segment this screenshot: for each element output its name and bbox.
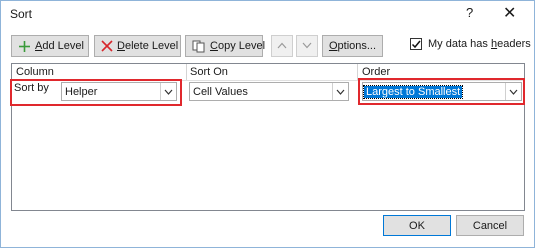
headers-checkbox[interactable] bbox=[410, 38, 422, 50]
headers-checkbox-group[interactable]: My data has headers bbox=[410, 38, 531, 50]
chevron-up-icon bbox=[277, 40, 287, 52]
ok-button[interactable]: OK bbox=[383, 215, 451, 236]
chevron-down-icon[interactable] bbox=[160, 83, 176, 100]
order-header: Order bbox=[362, 66, 391, 78]
move-down-button[interactable] bbox=[296, 35, 318, 57]
sort-dialog: Sort ? ✕ Add Level Delete Level Copy Lev… bbox=[0, 0, 535, 248]
chevron-down-icon bbox=[302, 40, 312, 52]
column-header: Column bbox=[16, 66, 54, 78]
add-level-label: Add Level bbox=[35, 40, 84, 52]
sort-by-label: Sort by bbox=[14, 82, 49, 94]
options-label: Options... bbox=[328, 40, 377, 52]
toolbar: Add Level Delete Level Copy Level Option… bbox=[1, 35, 534, 61]
chevron-down-icon[interactable] bbox=[505, 83, 521, 100]
add-level-button[interactable]: Add Level bbox=[11, 35, 89, 57]
sort-on-select[interactable]: Cell Values bbox=[189, 82, 349, 101]
sort-on-header: Sort On bbox=[190, 66, 228, 78]
delete-level-label: Delete Level bbox=[117, 40, 179, 52]
header-divider bbox=[12, 80, 524, 81]
order-select[interactable]: Largest to Smallest bbox=[362, 82, 522, 101]
headers-checkbox-label: My data has headers bbox=[428, 38, 531, 50]
plus-icon bbox=[18, 40, 31, 53]
dialog-title: Sort bbox=[10, 7, 33, 21]
close-button[interactable]: ✕ bbox=[503, 3, 516, 23]
column-select-value: Helper bbox=[65, 85, 98, 98]
copy-icon bbox=[192, 40, 206, 53]
column-select[interactable]: Helper bbox=[61, 82, 177, 101]
order-select-value: Largest to Smallest bbox=[362, 84, 464, 99]
move-up-button[interactable] bbox=[271, 35, 293, 57]
sort-levels-grid: Column Sort On Order Sort by Helper Cell… bbox=[10, 63, 525, 211]
sort-on-select-value: Cell Values bbox=[193, 85, 248, 98]
column-divider bbox=[186, 64, 187, 80]
copy-level-label: Copy Level bbox=[210, 40, 266, 52]
copy-level-button[interactable]: Copy Level bbox=[185, 35, 266, 57]
x-delete-icon bbox=[101, 40, 113, 52]
checkmark-icon bbox=[411, 40, 421, 49]
title-bar: Sort ? ✕ bbox=[1, 1, 534, 27]
cancel-button[interactable]: Cancel bbox=[456, 215, 524, 236]
delete-level-button[interactable]: Delete Level bbox=[94, 35, 181, 57]
options-button[interactable]: Options... bbox=[322, 35, 383, 57]
chevron-down-icon[interactable] bbox=[332, 83, 348, 100]
column-divider bbox=[357, 64, 358, 80]
help-button[interactable]: ? bbox=[466, 5, 473, 20]
